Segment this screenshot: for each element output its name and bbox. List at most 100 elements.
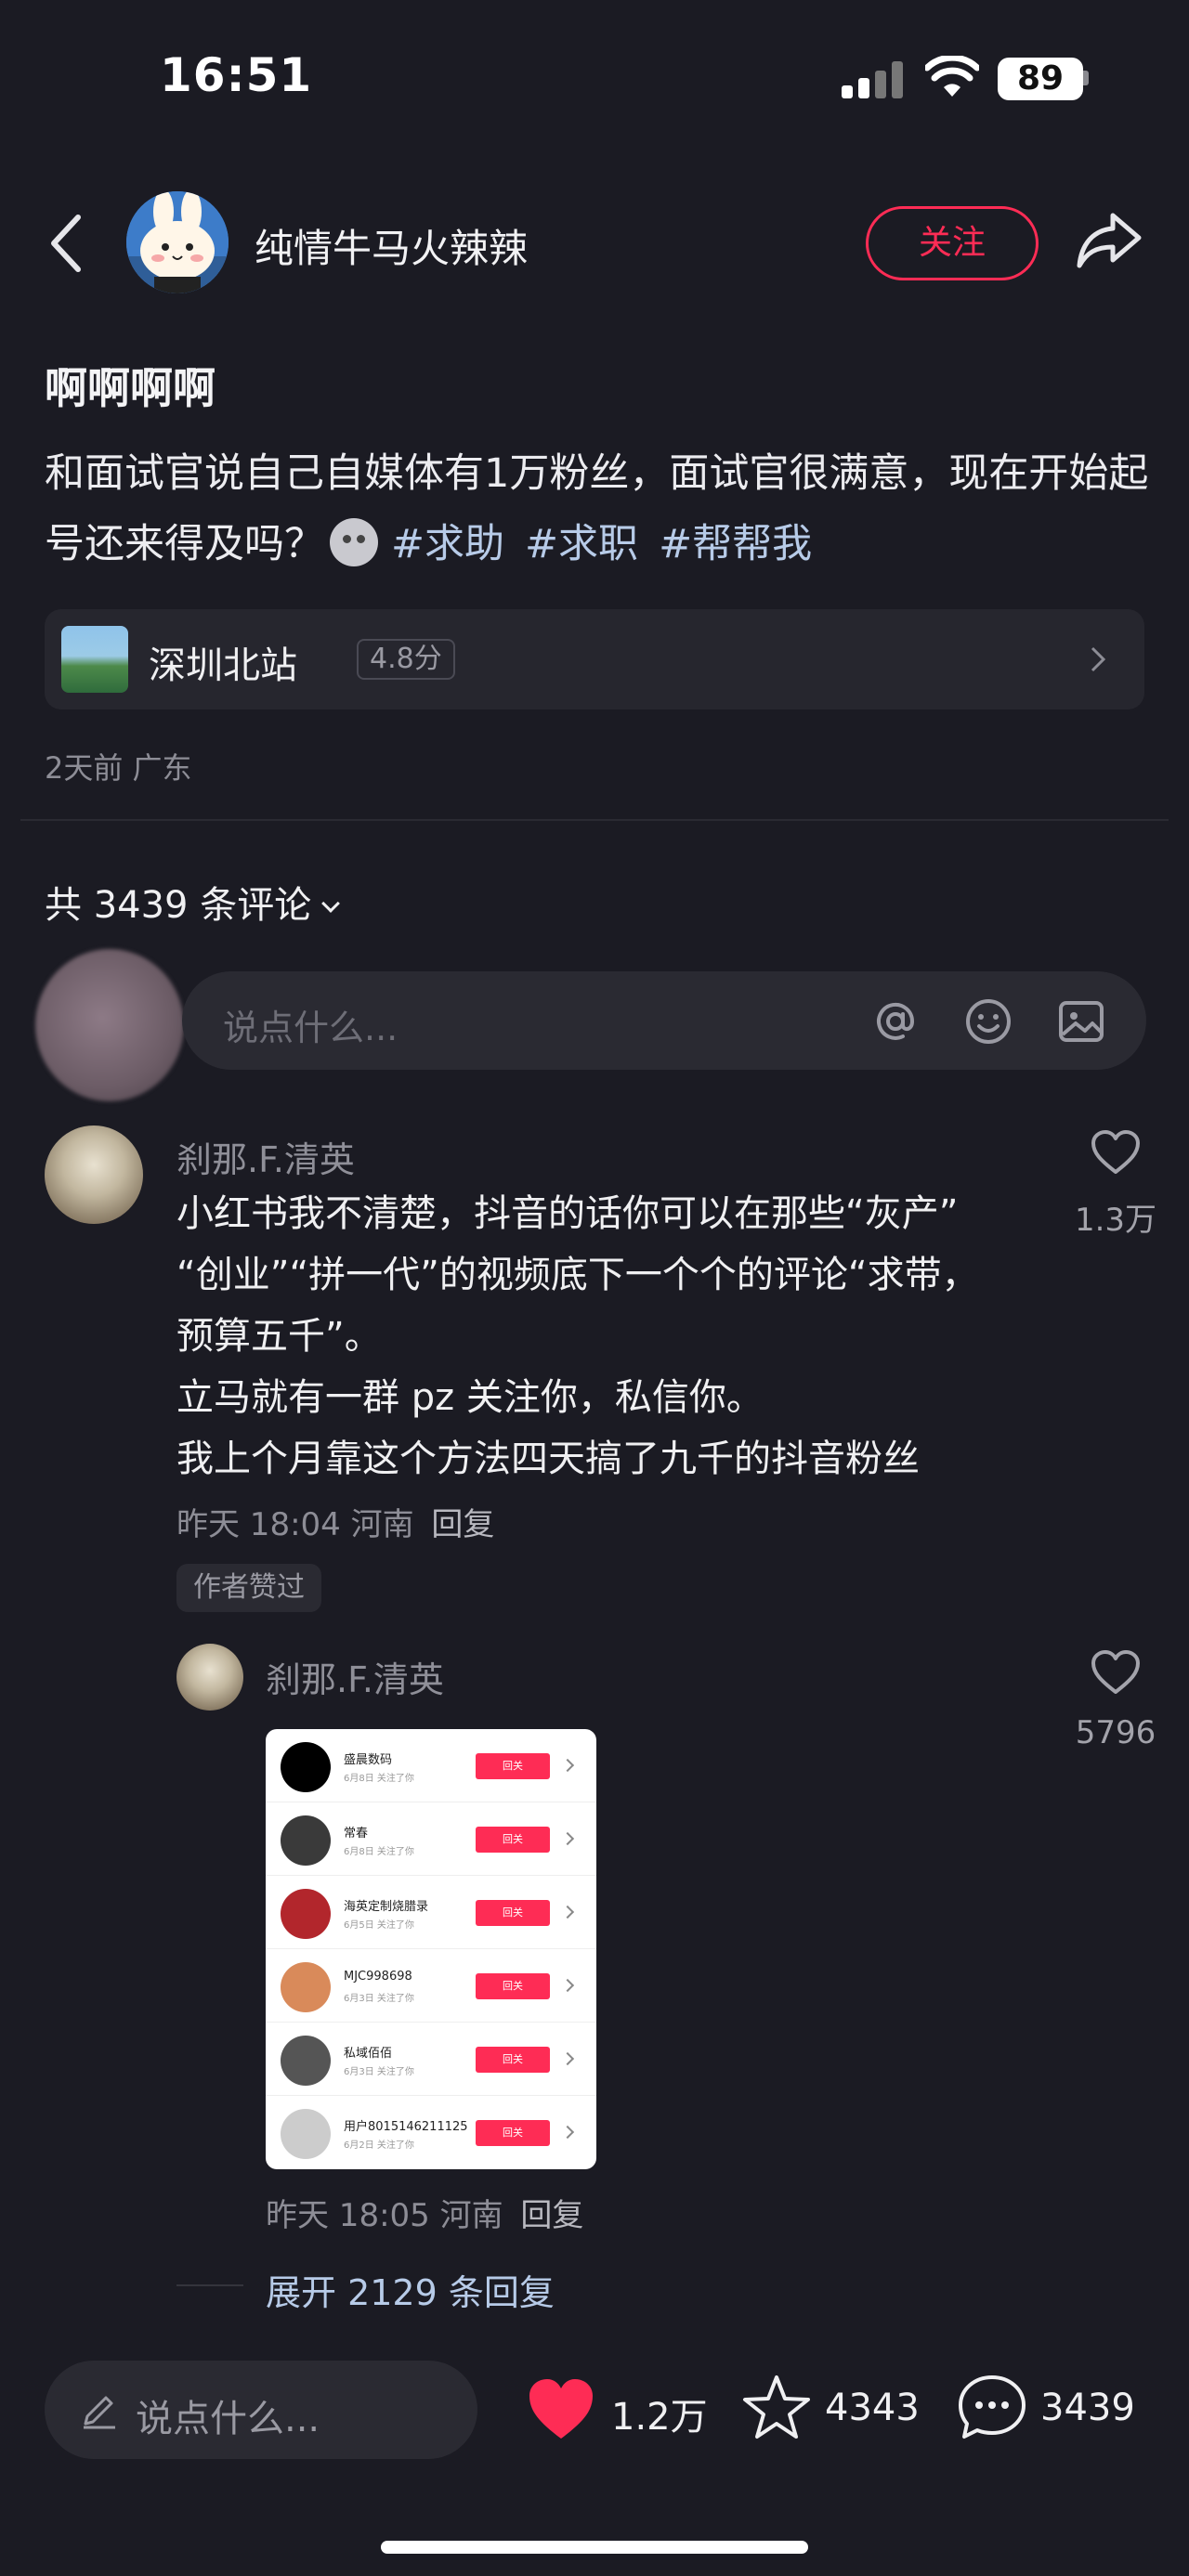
divider [20, 819, 1169, 821]
back-icon[interactable] [43, 210, 91, 277]
location-card[interactable]: 深圳北站 4.8分 [45, 609, 1144, 709]
comment-count-sort[interactable]: 共 3439 条评论 [45, 875, 341, 929]
commenter-avatar[interactable] [176, 1644, 243, 1711]
chevron-right-icon [560, 1905, 575, 1919]
comment-image[interactable]: 盛晨数码 6月8日 关注了你 回关 常春 6月8日 关注了你 回关 海英定制烧腊… [266, 1729, 596, 2169]
reply-button[interactable]: 回复 [431, 1506, 494, 1543]
screenshot-follow-back: 回关 [476, 1973, 550, 1999]
battery-tip [1083, 71, 1089, 85]
screenshot-follow-back: 回关 [476, 2047, 550, 2073]
bottom-comment-input[interactable]: 说点什么... [45, 2361, 477, 2459]
location-thumbnail [61, 626, 128, 693]
expand-divider [176, 2284, 243, 2286]
comment-time: 昨天 18:04 河南 [176, 1506, 414, 1543]
favorite-count: 4343 [825, 2387, 920, 2429]
comment-count-label: 共 3439 条评论 [45, 884, 312, 927]
screenshot-follow-back: 回关 [476, 2120, 550, 2146]
screenshot-name: 私域佰佰 [344, 2047, 393, 2061]
post-body: 和面试官说自己自媒体有1万粉丝，面试官很满意，现在开始起号还来得及吗？ #求助 #求… [45, 438, 1150, 579]
screenshot-date: 6月5日 关注了你 [344, 1920, 414, 1931]
hashtag-link[interactable]: #帮帮我 [659, 521, 812, 567]
comment-bubble-icon[interactable] [957, 2374, 1027, 2440]
commenter-name[interactable]: 刹那.F.清英 [266, 1651, 444, 1702]
follow-button[interactable]: 关注 [866, 206, 1039, 280]
screenshot-name: 常春 [344, 1827, 369, 1841]
emoji-icon[interactable] [962, 995, 1014, 1047]
image-icon[interactable] [1055, 995, 1107, 1047]
like-count: 1.2万 [611, 2396, 708, 2439]
screenshot-name: 盛晨数码 [344, 1753, 393, 1767]
screenshot-follow-back: 回关 [476, 1827, 550, 1853]
comment-count: 3439 [1040, 2387, 1135, 2429]
location-rating: 4.8分 [357, 639, 455, 680]
comment-like-count: 1.3万 [1074, 1202, 1157, 1239]
chevron-right-icon [560, 2051, 575, 2066]
heart-icon[interactable] [1091, 1649, 1141, 1696]
screenshot-row: 私域佰佰 6月3日 关注了你 回关 [266, 2023, 596, 2096]
compose-placeholder: 说点什么... [223, 1008, 399, 1048]
screenshot-row: MJC998698 6月3日 关注了你 回关 [266, 1949, 596, 2023]
screenshot-avatar [281, 1815, 331, 1866]
post-title: 啊啊啊啊 [45, 363, 216, 413]
hashtag-link[interactable]: #求职 [525, 521, 638, 567]
status-time: 16:51 [160, 48, 313, 102]
home-indicator[interactable] [381, 2541, 808, 2554]
screenshot-avatar [281, 1742, 331, 1792]
comment-meta: 昨天 18:05 河南 回复 [266, 2190, 583, 2235]
pen-icon [84, 2396, 115, 2429]
chevron-right-icon [1091, 646, 1106, 672]
screenshot-date: 6月2日 关注了你 [344, 2140, 414, 2151]
screenshot-name: 海英定制烧腊录 [344, 1900, 429, 1914]
screenshot-row: 用户8015146211125 6月2日 关注了你 回关 [266, 2096, 596, 2169]
screenshot-row: 盛晨数码 6月8日 关注了你 回关 [266, 1729, 596, 1802]
wifi-icon [925, 56, 979, 97]
share-icon[interactable] [1076, 208, 1143, 273]
chevron-right-icon [560, 1831, 575, 1846]
screenshot-avatar [281, 2109, 331, 2159]
chevron-right-icon [560, 1978, 575, 1993]
screenshot-row: 常春 6月8日 关注了你 回关 [266, 1802, 596, 1876]
cellular-signal-icon [842, 61, 907, 98]
commenter-avatar[interactable] [45, 1125, 143, 1224]
screenshot-follow-back: 回关 [476, 1753, 550, 1779]
bottom-input-placeholder: 说点什么... [136, 2398, 320, 2440]
star-icon[interactable] [741, 2374, 812, 2440]
screenshot-avatar [281, 2036, 331, 2086]
chevron-right-icon [560, 2125, 575, 2140]
comment-time: 昨天 18:05 河南 [266, 2197, 503, 2234]
at-icon[interactable] [869, 995, 921, 1047]
sad-face-emoji-icon [330, 518, 378, 566]
screenshot-name: MJC998698 [344, 1970, 412, 1984]
author-name[interactable]: 纯情牛马火辣辣 [255, 217, 528, 274]
screenshot-date: 6月3日 关注了你 [344, 1994, 414, 2004]
screenshot-row: 海英定制烧腊录 6月5日 关注了你 回关 [266, 1876, 596, 1949]
screenshot-follow-back: 回关 [476, 1900, 550, 1926]
reply-button[interactable]: 回复 [520, 2197, 583, 2234]
hashtag-link[interactable]: #求助 [391, 521, 504, 567]
screenshot-date: 6月8日 关注了你 [344, 1847, 414, 1857]
location-name: 深圳北站 [149, 644, 297, 687]
screenshot-avatar [281, 1962, 331, 2012]
screenshot-name: 用户8015146211125 [344, 2120, 468, 2134]
heart-filled-icon[interactable] [526, 2375, 596, 2442]
comment-text: 小红书我不清楚，抖音的话你可以在那些“灰产” “创业”“拼一代”的视频底下一个个… [176, 1183, 1031, 1490]
screenshot-date: 6月3日 关注了你 [344, 2067, 414, 2077]
comment-line: 小红书我不清楚，抖音的话你可以在那些“灰产” [176, 1192, 959, 1235]
battery-indicator: 89 [998, 58, 1083, 100]
chevron-right-icon [560, 1758, 575, 1773]
commenter-name[interactable]: 刹那.F.清英 [176, 1131, 355, 1182]
comment-line: “创业”“拼一代”的视频底下一个个的评论“求带， [176, 1254, 979, 1296]
heart-icon[interactable] [1091, 1129, 1141, 1176]
author-avatar[interactable] [126, 191, 229, 293]
comment-meta: 昨天 18:04 河南 回复 [176, 1499, 494, 1544]
comment-compose-field[interactable]: 说点什么... [182, 971, 1146, 1070]
expand-replies-button[interactable]: 展开 2129 条回复 [266, 2264, 555, 2315]
post-meta: 2天前 广东 [45, 750, 192, 786]
screenshot-avatar [281, 1889, 331, 1939]
comment-line: 我上个月靠这个方法四天搞了九千的抖音粉丝 [176, 1438, 920, 1480]
chevron-down-icon [321, 894, 341, 913]
comment-like-count: 5796 [1075, 1714, 1156, 1751]
author-liked-badge: 作者赞过 [176, 1564, 321, 1612]
screenshot-date: 6月8日 关注了你 [344, 1774, 414, 1784]
my-avatar [35, 949, 184, 1101]
